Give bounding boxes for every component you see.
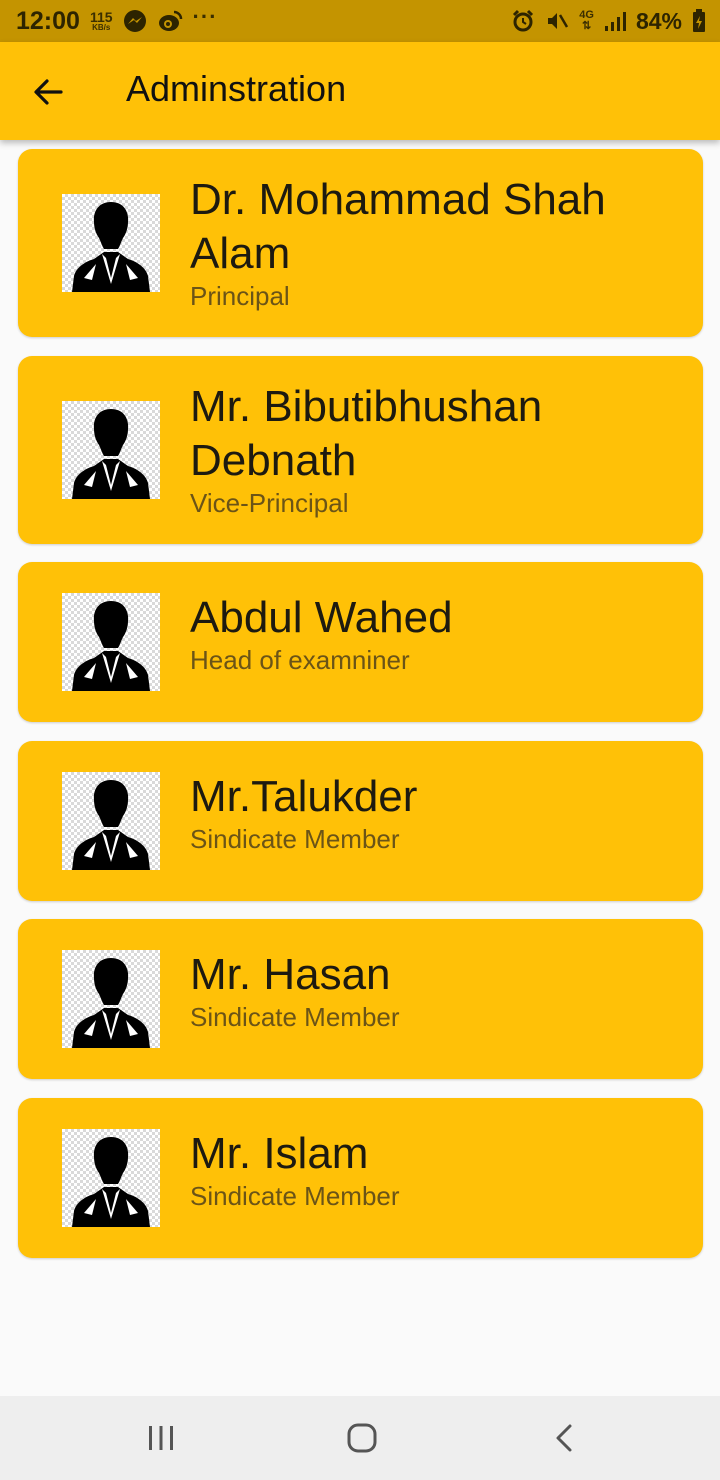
person-silhouette-icon: [72, 780, 150, 870]
home-button[interactable]: [332, 1414, 392, 1462]
member-info: Mr. Hasan Sindicate Member: [190, 948, 670, 1032]
member-role: Sindicate Member: [190, 824, 400, 854]
avatar: [62, 772, 160, 870]
network-speed: 115 KB/s: [90, 10, 113, 32]
battery-charging-icon: [692, 9, 706, 33]
avatar: [62, 1129, 160, 1227]
network-type: 4G ⇅: [579, 10, 594, 32]
member-info: Mr. Islam Sindicate Member: [190, 1127, 670, 1211]
status-bar: 12:00 115 KB/s ··· 4G ⇅ 84%: [0, 0, 720, 42]
battery-percent: 84%: [635, 7, 682, 34]
person-silhouette-icon: [72, 1137, 150, 1227]
home-icon: [347, 1423, 377, 1453]
system-nav-bar: [0, 1396, 720, 1480]
member-info: Mr.Talukder Sindicate Member: [190, 770, 670, 854]
page-title: Adminstration: [126, 68, 347, 109]
avatar: [62, 950, 160, 1048]
avatar: [62, 593, 160, 691]
network-speed-unit: KB/s: [92, 23, 111, 32]
arrow-left-icon: [34, 79, 63, 105]
person-silhouette-icon: [72, 601, 150, 691]
member-info: Mr. Bibutibhushan Debnath Vice-Principal: [190, 380, 670, 518]
member-card[interactable]: Mr. Hasan Sindicate Member: [18, 919, 703, 1079]
recents-button[interactable]: [131, 1414, 191, 1462]
member-role: Sindicate Member: [190, 1181, 400, 1211]
avatar: [62, 194, 160, 292]
mute-icon: [545, 9, 569, 33]
recents-icon: [149, 1426, 173, 1450]
member-role: Sindicate Member: [190, 1002, 400, 1032]
person-silhouette-icon: [72, 409, 150, 499]
member-role: Principal: [190, 281, 290, 311]
member-name: Abdul Wahed: [190, 593, 453, 642]
app-bar: Adminstration: [0, 42, 720, 140]
status-bar-right: 4G ⇅ 84%: [511, 8, 706, 35]
member-card[interactable]: Mr.Talukder Sindicate Member: [18, 741, 703, 901]
signal-icon: [604, 10, 626, 32]
messenger-icon: [123, 9, 147, 33]
member-card[interactable]: Abdul Wahed Head of examniner: [18, 562, 703, 722]
avatar: [62, 401, 160, 499]
person-silhouette-icon: [72, 202, 150, 292]
alarm-icon: [511, 9, 535, 33]
member-info: Dr. Mohammad Shah Alam Principal: [190, 173, 670, 311]
weibo-icon: [157, 9, 183, 33]
person-silhouette-icon: [72, 958, 150, 1048]
member-card[interactable]: Dr. Mohammad Shah Alam Principal: [18, 149, 703, 337]
member-name: Mr. Hasan: [190, 950, 391, 999]
member-name: Dr. Mohammad Shah Alam: [190, 175, 606, 278]
data-arrows-icon: ⇅: [582, 20, 592, 32]
nav-back-button[interactable]: [534, 1414, 594, 1462]
member-card[interactable]: Mr. Islam Sindicate Member: [18, 1098, 703, 1258]
more-notifications-icon: ···: [192, 4, 218, 29]
member-name: Mr. Islam: [190, 1129, 369, 1178]
member-name: Mr.Talukder: [190, 772, 418, 821]
member-card[interactable]: Mr. Bibutibhushan Debnath Vice-Principal: [18, 356, 703, 544]
status-bar-left: 12:00 115 KB/s ···: [16, 4, 218, 36]
member-role: Head of examniner: [190, 645, 410, 675]
member-info: Abdul Wahed Head of examniner: [190, 591, 670, 675]
member-name: Mr. Bibutibhushan Debnath: [190, 382, 543, 485]
status-time: 12:00: [16, 6, 80, 35]
member-role: Vice-Principal: [190, 488, 349, 518]
back-button[interactable]: [22, 66, 74, 118]
back-chevron-icon: [556, 1424, 572, 1452]
network-speed-value: 115: [89, 9, 113, 25]
